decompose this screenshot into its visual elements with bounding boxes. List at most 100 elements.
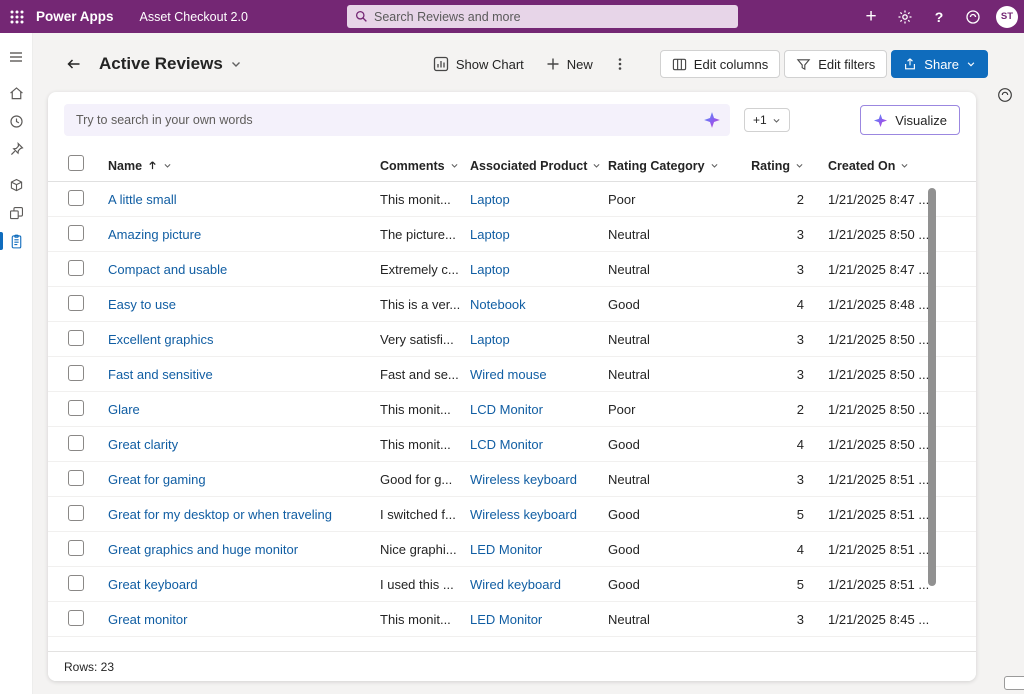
nav-pinned-icon[interactable] xyxy=(0,135,33,163)
column-header-created[interactable]: Created On xyxy=(804,159,938,173)
row-checkbox[interactable] xyxy=(68,365,84,381)
view-selector-chevron-icon[interactable] xyxy=(230,58,242,70)
table-row[interactable]: Compact and usable Extremely c... Laptop… xyxy=(48,252,976,287)
row-checkbox[interactable] xyxy=(68,295,84,311)
nav-recent-icon[interactable] xyxy=(0,107,33,135)
row-checkbox[interactable] xyxy=(68,260,84,276)
table-row[interactable]: Great keyboard I used this ... Wired key… xyxy=(48,567,976,602)
edit-columns-button[interactable]: Edit columns xyxy=(660,50,780,78)
global-search-input[interactable] xyxy=(374,10,730,24)
product-link[interactable]: LED Monitor xyxy=(470,542,542,557)
column-header-name[interactable]: Name xyxy=(108,159,380,173)
row-checkbox[interactable] xyxy=(68,190,84,206)
applied-filters-chip[interactable]: +1 xyxy=(744,108,790,132)
table-row[interactable]: Excellent graphics Very satisfi... Lapto… xyxy=(48,322,976,357)
show-chart-button[interactable]: Show Chart xyxy=(424,49,533,79)
row-checkbox[interactable] xyxy=(68,225,84,241)
select-all-checkbox[interactable] xyxy=(68,155,84,171)
bottom-right-widget[interactable] xyxy=(1004,676,1024,690)
back-button[interactable] xyxy=(59,49,89,79)
table-row[interactable]: Easy to use This is a ver... Notebook Go… xyxy=(48,287,976,322)
record-name-link[interactable]: Great monitor xyxy=(108,612,187,627)
nav-products-icon[interactable] xyxy=(0,199,33,227)
copilot-sparkle-icon[interactable] xyxy=(703,111,721,134)
table-row[interactable]: Great clarity This monit... LCD Monitor … xyxy=(48,427,976,462)
table-row[interactable]: Glare This monit... LCD Monitor Poor 2 1… xyxy=(48,392,976,427)
record-name-link[interactable]: Great for my desktop or when traveling xyxy=(108,507,332,522)
row-checkbox[interactable] xyxy=(68,470,84,486)
product-link[interactable]: LED Monitor xyxy=(470,612,542,627)
product-link[interactable]: Wired mouse xyxy=(470,367,547,382)
view-title[interactable]: Active Reviews xyxy=(99,54,223,74)
nav-home-icon[interactable] xyxy=(0,79,33,107)
row-checkbox[interactable] xyxy=(68,400,84,416)
column-header-rating[interactable]: Rating xyxy=(748,159,804,173)
nav-assets-icon[interactable] xyxy=(0,171,33,199)
brand-title[interactable]: Power Apps xyxy=(36,9,114,24)
product-link[interactable]: Laptop xyxy=(470,262,510,277)
column-label: Associated Product xyxy=(470,159,587,173)
chevron-down-icon xyxy=(163,161,172,170)
product-link[interactable]: Wired keyboard xyxy=(470,577,561,592)
product-link[interactable]: Wireless keyboard xyxy=(470,472,577,487)
record-name-link[interactable]: Excellent graphics xyxy=(108,332,214,347)
column-header-comments[interactable]: Comments xyxy=(380,159,470,173)
nav-reviews-icon[interactable] xyxy=(0,227,33,255)
table-row[interactable]: Great for my desktop or when traveling I… xyxy=(48,497,976,532)
product-link[interactable]: Laptop xyxy=(470,192,510,207)
row-checkbox[interactable] xyxy=(68,540,84,556)
product-link[interactable]: Laptop xyxy=(470,332,510,347)
app-name[interactable]: Asset Checkout 2.0 xyxy=(140,10,248,24)
table-row[interactable]: Great monitor This monit... LED Monitor … xyxy=(48,602,976,637)
columns-icon xyxy=(672,57,687,72)
record-name-link[interactable]: Compact and usable xyxy=(108,262,227,277)
settings-gear-icon[interactable] xyxy=(890,0,920,33)
row-checkbox[interactable] xyxy=(68,575,84,591)
chevron-down-icon xyxy=(710,161,719,170)
record-name-link[interactable]: Great graphics and huge monitor xyxy=(108,542,298,557)
avatar[interactable]: ST xyxy=(996,6,1018,28)
record-name-link[interactable]: Great clarity xyxy=(108,437,178,452)
column-label: Rating Category xyxy=(608,159,705,173)
smart-search-input[interactable] xyxy=(76,113,694,127)
product-link[interactable]: Wireless keyboard xyxy=(470,507,577,522)
table-row[interactable]: Great graphics and huge monitor Nice gra… xyxy=(48,532,976,567)
table-row[interactable]: Amazing picture The picture... Laptop Ne… xyxy=(48,217,976,252)
visualize-button[interactable]: Visualize xyxy=(860,105,960,135)
product-link[interactable]: Notebook xyxy=(470,297,526,312)
global-search[interactable] xyxy=(347,5,738,28)
comments-cell: This is a ver... xyxy=(380,297,470,312)
nav-hamburger-icon[interactable] xyxy=(0,43,33,71)
row-checkbox[interactable] xyxy=(68,610,84,626)
record-name-link[interactable]: Fast and sensitive xyxy=(108,367,213,382)
record-name-link[interactable]: Glare xyxy=(108,402,140,417)
quick-create-icon[interactable]: + xyxy=(856,0,886,33)
app-launcher-waffle-icon[interactable] xyxy=(0,0,34,33)
table-row[interactable]: Great for gaming Good for g... Wireless … xyxy=(48,462,976,497)
product-link[interactable]: LCD Monitor xyxy=(470,437,543,452)
product-link[interactable]: Laptop xyxy=(470,227,510,242)
help-icon[interactable]: ? xyxy=(924,0,954,33)
copilot-icon[interactable] xyxy=(958,0,988,33)
more-commands-button[interactable] xyxy=(606,49,634,79)
product-link[interactable]: LCD Monitor xyxy=(470,402,543,417)
table-row[interactable]: A little small This monit... Laptop Poor… xyxy=(48,182,976,217)
copilot-pane-toggle-icon[interactable] xyxy=(993,83,1017,107)
scrollbar-thumb[interactable] xyxy=(928,188,936,586)
category-cell: Neutral xyxy=(608,227,748,242)
record-name-link[interactable]: A little small xyxy=(108,192,177,207)
row-checkbox[interactable] xyxy=(68,505,84,521)
smart-search[interactable] xyxy=(64,104,730,136)
share-button[interactable]: Share xyxy=(891,50,988,78)
record-name-link[interactable]: Great keyboard xyxy=(108,577,198,592)
table-row[interactable]: Fast and sensitive Fast and se... Wired … xyxy=(48,357,976,392)
record-name-link[interactable]: Amazing picture xyxy=(108,227,201,242)
record-name-link[interactable]: Great for gaming xyxy=(108,472,206,487)
new-button[interactable]: New xyxy=(537,49,602,79)
column-header-category[interactable]: Rating Category xyxy=(608,159,748,173)
row-checkbox[interactable] xyxy=(68,435,84,451)
edit-filters-button[interactable]: Edit filters xyxy=(784,50,887,78)
record-name-link[interactable]: Easy to use xyxy=(108,297,176,312)
row-checkbox[interactable] xyxy=(68,330,84,346)
column-header-product[interactable]: Associated Product xyxy=(470,159,608,173)
